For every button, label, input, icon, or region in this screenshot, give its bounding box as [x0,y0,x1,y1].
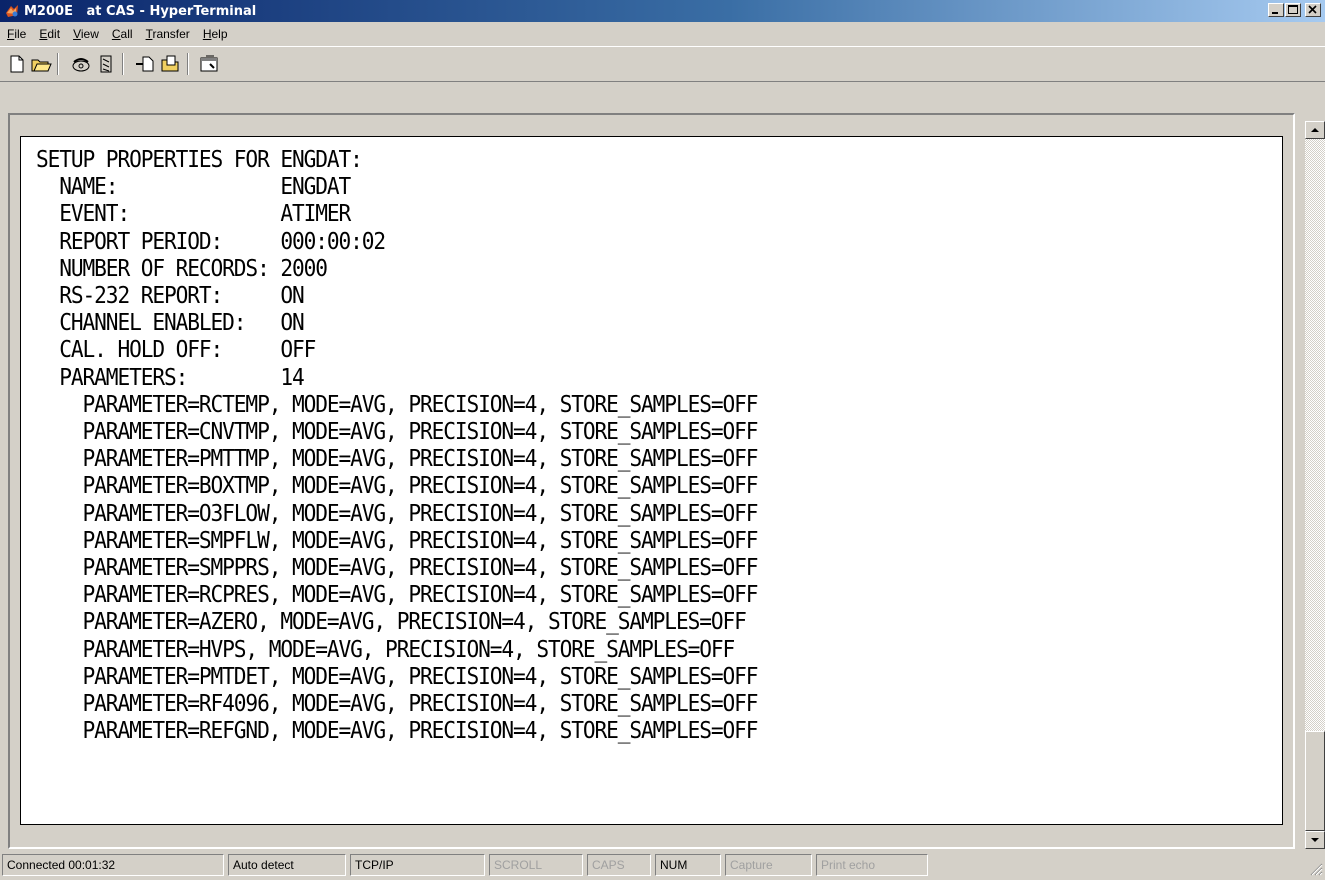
status-connected: Connected 00:01:32 [2,854,224,876]
scroll-down-button[interactable] [1305,831,1325,849]
menu-file[interactable]: File [0,27,32,41]
menu-transfer[interactable]: Transfer [139,27,196,41]
hyperterminal-window: M200E at CAS - HyperTerminal File Edit V… [0,0,1325,877]
terminal-line: PARAMETER=RCTEMP, MODE=AVG, PRECISION=4,… [36,391,759,418]
arrow-up-icon [1311,128,1319,132]
menu-edit[interactable]: Edit [32,27,66,41]
terminal-line: PARAMETER=SMPFLW, MODE=AVG, PRECISION=4,… [36,527,759,554]
status-detect: Auto detect [228,854,346,876]
connect-phone-icon[interactable] [70,53,92,75]
terminal-line: REPORT PERIOD: 000:00:02 [36,228,386,255]
arrow-down-icon [1311,838,1319,842]
new-document-icon[interactable] [6,53,28,75]
terminal-line: NAME: ENGDAT [36,174,351,201]
terminal-output[interactable]: SETUP PROPERTIES FOR ENGDAT: NAME: ENGDA… [36,147,759,745]
status-caps: CAPS [587,854,651,876]
terminal-line: PARAMETER=REFGND, MODE=AVG, PRECISION=4,… [36,718,759,745]
terminal-line: PARAMETERS: 14 [36,364,304,391]
terminal-line: PARAMETER=PMTTMP, MODE=AVG, PRECISION=4,… [36,446,759,473]
terminal-line: PARAMETER=O3FLOW, MODE=AVG, PRECISION=4,… [36,500,759,527]
status-protocol: TCP/IP [350,854,485,876]
minimize-icon [1272,12,1278,14]
terminal-line: CHANNEL ENABLED: ON [36,310,304,337]
receive-file-icon[interactable] [160,53,182,75]
menu-bar: File Edit View Call Transfer Help [0,22,1325,46]
terminal-line: PARAMETER=RCPRES, MODE=AVG, PRECISION=4,… [36,582,759,609]
menu-view[interactable]: View [66,27,105,41]
terminal-line: PARAMETER=CNVTMP, MODE=AVG, PRECISION=4,… [36,419,759,446]
menu-help[interactable]: Help [196,27,234,41]
minimize-button[interactable] [1268,3,1284,17]
properties-icon[interactable] [198,53,220,75]
maximize-button[interactable] [1285,3,1301,17]
window-title: M200E at CAS - HyperTerminal [24,3,257,19]
terminal-line: PARAMETER=SMPPRS, MODE=AVG, PRECISION=4,… [36,555,759,582]
terminal-line: CAL. HOLD OFF: OFF [36,337,316,364]
scroll-thumb[interactable] [1305,731,1325,831]
open-folder-icon[interactable] [30,53,52,75]
status-num: NUM [655,854,721,876]
maximize-icon [1288,5,1298,14]
terminal-line: PARAMETER=HVPS, MODE=AVG, PRECISION=4, S… [36,636,736,663]
terminal-line: PARAMETER=BOXTMP, MODE=AVG, PRECISION=4,… [36,473,759,500]
status-capture: Capture [725,854,812,876]
menu-call[interactable]: Call [105,27,139,41]
disconnect-phone-icon[interactable] [95,53,117,75]
terminal-line: NUMBER OF RECORDS: 2000 [36,255,328,282]
hyperterminal-app-icon[interactable] [4,3,20,19]
toolbar [0,46,1325,82]
send-file-icon[interactable] [134,53,156,75]
terminal-line: SETUP PROPERTIES FOR ENGDAT: [36,147,363,173]
close-button[interactable] [1305,3,1321,17]
title-bar[interactable]: M200E at CAS - HyperTerminal [0,0,1325,22]
terminal-line: PARAMETER=RF4096, MODE=AVG, PRECISION=4,… [36,691,759,718]
status-print-echo: Print echo [816,854,928,876]
scroll-up-button[interactable] [1305,121,1325,139]
vertical-scrollbar[interactable] [1305,121,1325,849]
close-icon [1308,5,1317,14]
status-bar: Connected 00:01:32 Auto detect TCP/IP SC… [0,851,1325,877]
terminal-line: PARAMETER=PMTDET, MODE=AVG, PRECISION=4,… [36,663,759,690]
resize-grip-icon[interactable] [1307,860,1323,876]
terminal-screen[interactable]: SETUP PROPERTIES FOR ENGDAT: NAME: ENGDA… [20,136,1283,825]
terminal-line: PARAMETER=AZERO, MODE=AVG, PRECISION=4, … [36,609,747,636]
status-scroll: SCROLL [489,854,583,876]
terminal-line: RS-232 REPORT: ON [36,283,304,310]
terminal-line: EVENT: ATIMER [36,201,351,228]
